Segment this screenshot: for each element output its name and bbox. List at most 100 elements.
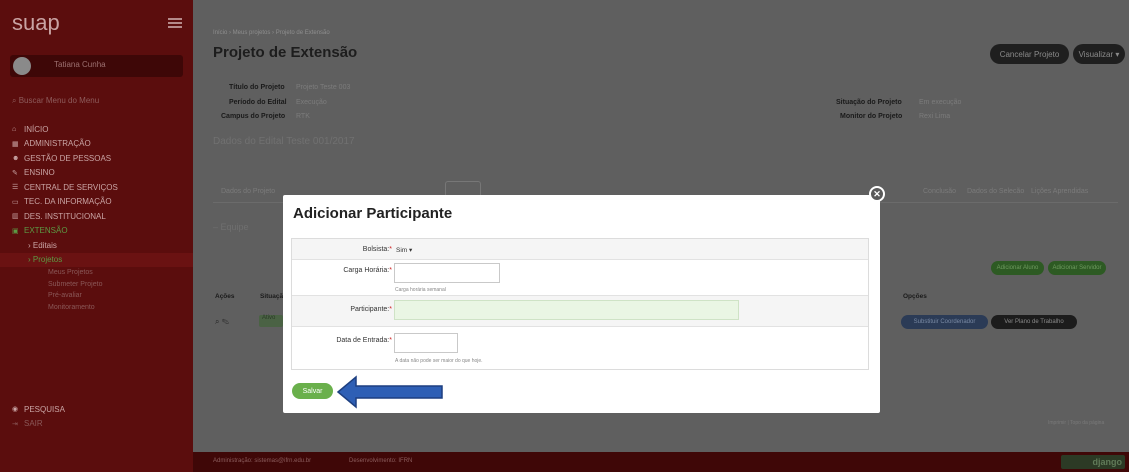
sidebar-item-sair[interactable]: ⇥ SAIR	[0, 417, 193, 432]
row-carga-horaria: Carga Horária:* Carga horária semanal	[292, 260, 868, 296]
info-label-titulo: Título do Projeto	[229, 84, 285, 91]
monitor-icon: ▭	[12, 198, 19, 206]
sidebar-bottom-nav: ◉ PESQUISA ⇥ SAIR	[0, 402, 193, 431]
sidebar-item-label: PESQUISA	[24, 404, 65, 414]
user-name: Tatiana Cunha	[54, 60, 106, 69]
sidebar-subitem-projetos[interactable]: › Projetos	[0, 252, 193, 267]
sidebar-item-label: ADMINISTRAÇÃO	[24, 139, 91, 149]
extension-icon: ▣	[12, 227, 19, 235]
sidebar-subitem-monitoramento[interactable]: Monitoramento	[0, 302, 193, 314]
people-icon: ☻	[12, 154, 20, 162]
sidebar-item-label: TEC. DA INFORMAÇÃO	[24, 197, 112, 207]
chart-icon: ▥	[12, 213, 19, 221]
row-actions: ⌕ ✎	[215, 317, 229, 327]
footer-dev: Desenvolvimento: IFRN	[349, 458, 413, 464]
breadcrumb[interactable]: Início › Meus projetos › Projeto de Exte…	[213, 30, 330, 36]
pencil-icon: ✎	[12, 169, 18, 177]
sidebar-subitem-pre-avaliar[interactable]: Pré-avaliar	[0, 290, 193, 302]
sidebar-item-des-institucional[interactable]: ▥ DES. INSTITUCIONAL	[0, 209, 193, 224]
sidebar-item-label: ENSINO	[24, 168, 55, 178]
info-value-campus: RTK	[296, 113, 310, 120]
status-badge: Ativo	[259, 315, 283, 327]
carga-horaria-help: Carga horária semanal	[395, 287, 446, 293]
info-label-monitor: Monitor do Projeto	[840, 113, 903, 120]
sidebar-item-inicio[interactable]: ⌂ INÍCIO	[0, 122, 193, 137]
suap-logo[interactable]: suap	[12, 10, 60, 36]
info-value-situacao: Em execução	[919, 99, 962, 106]
equipe-heading[interactable]: – Equipe	[213, 222, 249, 232]
row-participante: Participante:*	[292, 296, 868, 327]
label-bolsista: Bolsista:*	[362, 246, 392, 253]
view-icon[interactable]: ⌕	[215, 317, 219, 326]
info-value-periodo: Execução	[296, 99, 327, 106]
sidebar-item-administracao[interactable]: ▦ ADMINISTRAÇÃO	[0, 137, 193, 152]
label-carga-horaria: Carga Horária:*	[343, 267, 392, 274]
briefcase-icon: ▦	[12, 140, 19, 148]
sidebar-item-central-servicos[interactable]: ☰ CENTRAL DE SERVIÇOS	[0, 180, 193, 195]
substitute-coordinator-button[interactable]: Substituir Coordenador	[901, 315, 988, 329]
info-value-monitor: Rexi Lima	[919, 113, 951, 120]
view-dropdown-button[interactable]: Visualizar ▾	[1073, 44, 1125, 64]
search-icon: ⌕	[12, 96, 19, 105]
sidebar-item-ensino[interactable]: ✎ ENSINO	[0, 166, 193, 181]
list-icon: ☰	[12, 184, 19, 192]
row-data-entrada: Data de Entrada:* A data não pode ser ma…	[292, 327, 868, 370]
label-participante: Participante:*	[350, 306, 392, 313]
avatar	[13, 57, 31, 75]
sidebar: suap Tatiana Cunha ⌕ Buscar Menu do Menu…	[0, 0, 193, 472]
row-bolsista: Bolsista:* Sim ▾	[292, 239, 868, 260]
data-entrada-input[interactable]	[394, 333, 458, 353]
participante-input[interactable]	[394, 300, 739, 320]
sidebar-subitem-meus-projetos[interactable]: Meus Projetos	[0, 267, 193, 279]
modal-title: Adicionar Participante	[293, 205, 453, 222]
sidebar-subitem-editais[interactable]: › Editais	[0, 238, 193, 253]
sidebar-item-label: CENTRAL DE SERVIÇOS	[24, 182, 118, 192]
view-work-plan-button[interactable]: Ver Plano de Trabalho	[991, 315, 1077, 329]
participant-form: Bolsista:* Sim ▾ Carga Horária:* Carga h…	[291, 238, 869, 370]
edit-icon[interactable]: ✎	[222, 317, 229, 326]
logout-icon: ⇥	[12, 420, 18, 428]
sidebar-item-label: DES. INSTITUCIONAL	[24, 211, 106, 221]
django-badge: django	[1061, 455, 1125, 469]
edital-heading: Dados do Edital Teste 001/2017	[213, 136, 355, 147]
carga-horaria-input[interactable]	[394, 263, 500, 283]
search-circle-icon: ◉	[12, 406, 19, 414]
menu-toggle-icon[interactable]	[168, 18, 182, 28]
footer: Administração: sistemas@ifrn.edu.br Dese…	[193, 452, 1129, 472]
search-input[interactable]: ⌕ Buscar Menu do Menu	[12, 96, 99, 106]
data-entrada-help: A data não pode ser maior do que hoje.	[395, 358, 483, 364]
page-links[interactable]: Imprimir | Topo da página	[1048, 420, 1104, 426]
save-button[interactable]: Salvar	[292, 383, 333, 399]
pointer-arrow-icon	[336, 375, 443, 409]
info-label-periodo: Período do Edital	[229, 99, 287, 106]
add-aluno-button[interactable]: Adicionar Aluno	[991, 261, 1044, 275]
tab-dados-selecao[interactable]: Dados do Selecão	[967, 188, 1024, 195]
sidebar-item-pesquisa[interactable]: ◉ PESQUISA	[0, 402, 193, 417]
label-data-entrada: Data de Entrada:*	[336, 337, 392, 344]
tab-dados-projeto[interactable]: Dados do Projeto	[221, 188, 275, 195]
cancel-project-button[interactable]: Cancelar Projeto	[990, 44, 1069, 64]
sidebar-item-label: GESTÃO DE PESSOAS	[24, 153, 112, 163]
sidebar-item-gestao-pessoas[interactable]: ☻ GESTÃO DE PESSOAS	[0, 151, 193, 166]
sidebar-item-label: SAIR	[24, 419, 43, 429]
sidebar-nav: ⌂ INÍCIO ▦ ADMINISTRAÇÃO ☻ GESTÃO DE PESSOA…	[0, 122, 193, 313]
home-icon: ⌂	[12, 125, 17, 133]
add-servidor-button[interactable]: Adicionar Servidor	[1048, 261, 1106, 275]
search-placeholder: Buscar Menu do Menu	[18, 96, 100, 105]
page-title: Projeto de Extensão	[213, 44, 358, 61]
close-icon[interactable]: ✕	[869, 186, 885, 202]
col-opcoes: Opções	[903, 293, 927, 300]
col-acoes: Ações	[215, 293, 235, 300]
sidebar-item-tec-informacao[interactable]: ▭ TEC. DA INFORMAÇÃO	[0, 195, 193, 210]
info-label-campus: Campus do Projeto	[221, 113, 286, 120]
footer-admin[interactable]: Administração: sistemas@ifrn.edu.br	[213, 458, 311, 464]
info-label-situacao: Situação do Projeto	[836, 99, 902, 106]
user-box[interactable]: Tatiana Cunha	[10, 55, 183, 77]
tab-conclusao[interactable]: Conclusão	[923, 188, 956, 195]
bolsista-select[interactable]: Sim ▾	[394, 244, 418, 256]
info-value-titulo: Projeto Teste 003	[296, 84, 351, 91]
tab-licoes-aprendidas[interactable]: Lições Aprendidas	[1031, 188, 1088, 195]
equipe-label: Equipe	[220, 222, 249, 232]
sidebar-item-extensao[interactable]: ▣ EXTENSÃO	[0, 224, 193, 239]
sidebar-subitem-submeter-projeto[interactable]: Submeter Projeto	[0, 279, 193, 291]
